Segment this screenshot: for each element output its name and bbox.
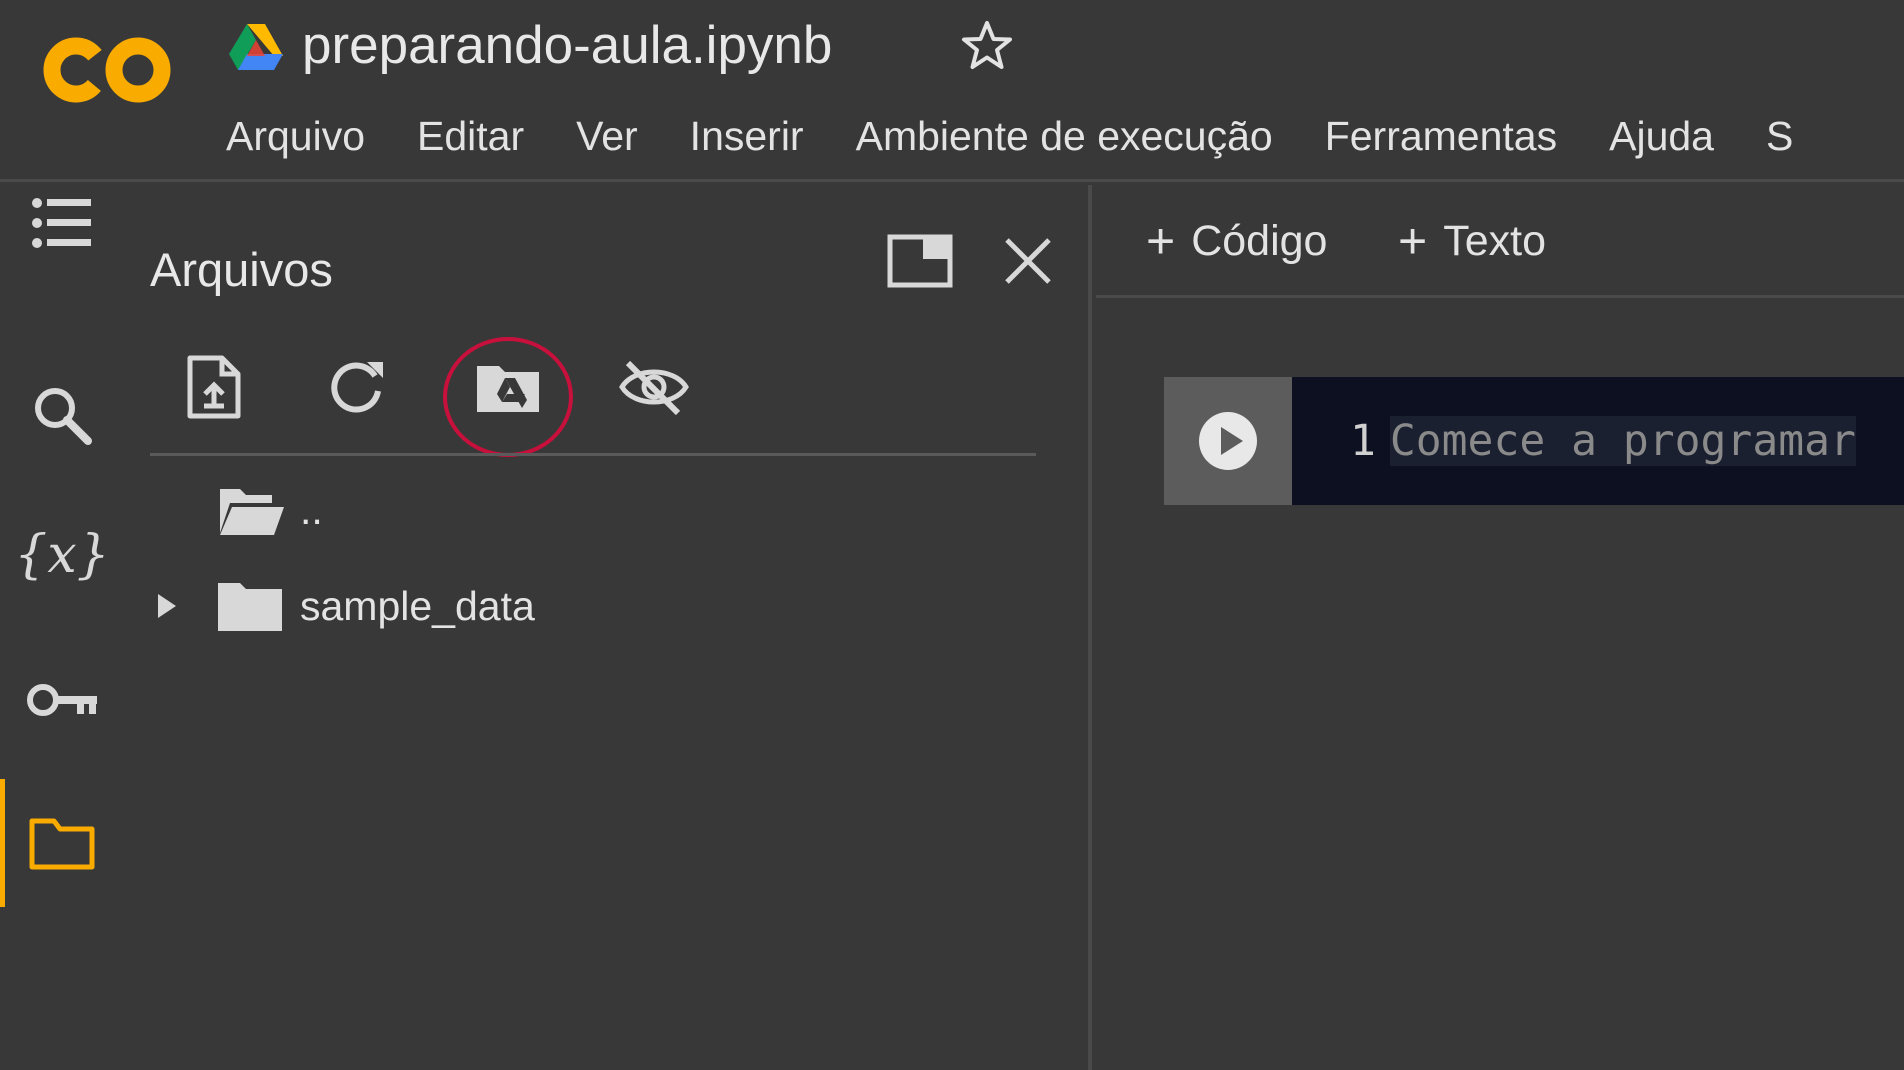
key-icon[interactable] [24,662,100,738]
refresh-icon[interactable] [316,347,396,427]
line-number: 1 [1350,416,1376,466]
colab-logo[interactable]: CO [38,28,178,112]
logo-text: CO [38,28,40,29]
star-icon[interactable] [958,18,1016,76]
open-in-tab-icon[interactable] [880,221,960,301]
code-cell: 1 Comece a programar [1164,377,1904,505]
expand-arrow-icon[interactable] [152,590,180,622]
menu-ambiente-de-execucao[interactable]: Ambiente de execução [856,105,1273,167]
panel-title: Arquivos [150,243,333,296]
files-panel: Arquivos .. sample_data [126,185,1092,1070]
panel-divider [150,453,1036,456]
run-cell-button[interactable] [1164,377,1292,505]
variables-icon[interactable]: {x} [14,517,110,593]
menu-editar[interactable]: Editar [417,105,524,167]
add-code-label: Código [1191,216,1328,265]
tree-item-label: .. [300,486,323,533]
add-text-label: Texto [1443,216,1546,265]
plus-icon: + [1146,213,1176,269]
menu-ajuda[interactable]: Ajuda [1609,105,1714,167]
tree-item-label: sample_data [300,582,535,629]
files-folder-icon[interactable] [0,779,100,907]
tree-item-parent[interactable]: .. [216,475,323,545]
menu-inserir[interactable]: Inserir [690,105,804,167]
variables-glyph: {x} [14,525,110,585]
activity-bar: {x} [0,185,126,1070]
menu-arquivo[interactable]: Arquivo [226,105,365,167]
colab-app: CO preparando-aula.ipynb Arquivo Editar … [0,0,1904,1070]
menu-truncated[interactable]: S [1766,105,1793,167]
table-of-contents-icon[interactable] [24,185,100,261]
play-icon [1199,412,1257,470]
folder-icon [218,583,282,631]
menu-ferramentas[interactable]: Ferramentas [1325,105,1557,167]
add-code-button[interactable]: + Código [1146,211,1327,271]
notebook-title[interactable]: preparando-aula.ipynb [302,10,832,82]
top-header: CO preparando-aula.ipynb Arquivo Editar … [0,0,1904,182]
close-icon[interactable] [988,221,1068,301]
code-placeholder[interactable]: Comece a programar [1389,416,1856,466]
folder-open-icon [220,489,284,535]
hide-eye-icon[interactable] [614,347,694,427]
notebook-toolbar: + Código + Texto [1096,185,1904,298]
notebook-area: + Código + Texto 1 Comece a programar [1096,185,1904,1070]
plus-icon: + [1398,213,1428,269]
tree-item-sample-data[interactable]: sample_data [150,571,535,641]
upload-file-icon[interactable] [174,347,254,427]
mount-drive-icon[interactable] [468,347,548,427]
menu-ver[interactable]: Ver [576,105,638,167]
google-drive-icon [229,24,283,70]
menu-bar: Arquivo Editar Ver Inserir Ambiente de e… [226,105,1793,167]
code-editor[interactable]: 1 Comece a programar [1292,377,1904,505]
search-icon[interactable] [24,377,100,453]
add-text-button[interactable]: + Texto [1398,211,1546,271]
